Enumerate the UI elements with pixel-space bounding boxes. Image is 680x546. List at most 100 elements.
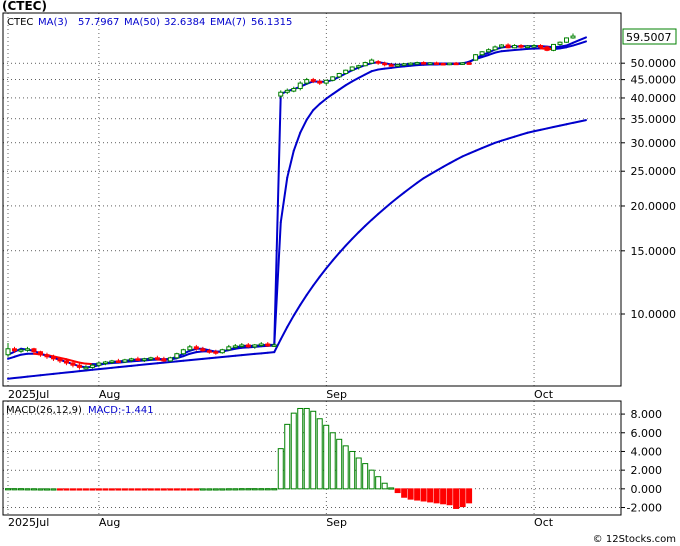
- macd-value: MACD:-1.441: [88, 405, 154, 416]
- macd-bar-negative: [453, 488, 460, 509]
- candle-down: [206, 350, 212, 353]
- macd-bar-positive: [264, 488, 271, 491]
- macd-bar-negative: [193, 488, 200, 491]
- macd-bar-negative: [95, 488, 102, 491]
- macd-bar-negative: [128, 488, 135, 491]
- macd-bar-positive: [238, 488, 245, 491]
- macd-bar-positive: [24, 488, 31, 491]
- macd-bar-positive: [212, 488, 219, 491]
- price-y-tick-label: 35.0000: [631, 113, 677, 126]
- candle-up: [356, 65, 362, 68]
- macd-bar-negative: [186, 488, 193, 491]
- candle-up: [187, 346, 193, 351]
- macd-bar-negative: [440, 488, 447, 505]
- candle-up: [278, 91, 284, 97]
- candle-up: [369, 59, 375, 64]
- price-x-tick-label: Aug: [99, 388, 120, 401]
- macd-bar-positive: [30, 488, 37, 491]
- macd-x-tick-label: Oct: [534, 516, 554, 529]
- candle-down: [70, 362, 76, 366]
- macd-bar-positive: [316, 418, 323, 490]
- macd-bar-negative: [180, 488, 187, 491]
- candle-down: [518, 45, 524, 48]
- macd-bar-negative: [121, 488, 128, 491]
- candle-up: [258, 343, 264, 346]
- candle-down: [466, 62, 472, 65]
- candle-down: [310, 79, 316, 82]
- candle-up: [570, 35, 576, 39]
- legend-ctec: CTEC: [7, 17, 33, 28]
- macd-y-tick-label: 4.000: [631, 445, 663, 458]
- macd-bar-positive: [17, 488, 24, 491]
- legend-ma3-label: MA(3): [38, 17, 68, 28]
- macd-bar-negative: [394, 488, 401, 494]
- candle-down: [538, 45, 544, 48]
- candle-up: [122, 359, 128, 363]
- macd-x-axis: 2025Jul Aug Sep Oct: [8, 516, 554, 529]
- macd-bar-negative: [407, 488, 414, 500]
- macd-bar-positive: [37, 488, 44, 491]
- legend-ma50-label: MA(50): [124, 17, 160, 28]
- macd-y-tick-label: 2.000: [631, 464, 663, 477]
- candle-up: [401, 63, 407, 66]
- macd-bar-negative: [89, 488, 96, 491]
- macd-bar-negative: [108, 488, 115, 491]
- macd-x-tick-label: Aug: [99, 516, 120, 529]
- macd-bar-negative: [154, 488, 161, 491]
- candle-down: [317, 80, 323, 84]
- candle-up: [492, 46, 498, 51]
- candle-up: [362, 62, 368, 67]
- macd-bar-positive: [43, 488, 50, 491]
- macd-bar-positive: [245, 488, 252, 491]
- candle-down: [115, 360, 121, 363]
- candle-up: [252, 344, 258, 348]
- candle-down: [76, 364, 82, 368]
- macd-bar-positive: [225, 488, 232, 491]
- legend-ema7-value: 56.1315: [251, 17, 292, 28]
- candle-up: [174, 353, 180, 359]
- macd-bar-positive: [303, 407, 310, 490]
- candle-up: [525, 45, 531, 49]
- candle-up: [96, 362, 102, 366]
- price-y-tick-label: 45.0000: [631, 74, 677, 87]
- price-y-axis: 10.0000 15.0000 20.0000 25.0000 30.0000 35.00…: [621, 57, 676, 321]
- candle-down: [161, 358, 167, 362]
- candle-up: [102, 361, 108, 364]
- macd-bar-positive: [375, 476, 382, 490]
- macd-x-tick-label: 2025Jul: [8, 516, 49, 529]
- macd-bar-negative: [147, 488, 154, 491]
- macd-bar-positive: [381, 482, 388, 490]
- candle-up: [83, 366, 89, 370]
- macd-bar-negative: [446, 488, 453, 506]
- macd-bar-positive: [349, 450, 356, 490]
- candle-up: [284, 89, 290, 93]
- candle-down: [245, 344, 251, 348]
- candle-up: [148, 357, 154, 360]
- candle-down: [382, 62, 388, 66]
- macd-bar-negative: [69, 488, 76, 491]
- candle-down: [11, 348, 17, 352]
- candle-up: [180, 349, 186, 355]
- candle-up: [531, 45, 537, 48]
- macd-bar-positive: [11, 488, 18, 491]
- macd-bar-negative: [160, 488, 167, 491]
- candle-up: [271, 344, 277, 347]
- candle-up: [499, 44, 505, 48]
- candle-up: [297, 82, 303, 90]
- price-panel-frame: [2, 12, 622, 387]
- candle-down: [50, 356, 56, 360]
- price-y-tick-label: 15.0000: [631, 245, 677, 258]
- candle-up: [551, 43, 557, 51]
- candle-down: [440, 63, 446, 66]
- candle-up: [128, 358, 134, 361]
- macd-bar-positive: [310, 410, 317, 490]
- macd-bar-positive: [219, 488, 226, 491]
- legend-ma50-value: 32.6384: [164, 17, 205, 28]
- macd-bar-positive: [362, 463, 369, 490]
- candle-up: [219, 349, 225, 354]
- macd-y-tick-label: 6.000: [631, 427, 663, 440]
- macd-bar-positive: [355, 457, 362, 490]
- candle-down: [505, 44, 511, 49]
- macd-bar-positive: [258, 488, 265, 491]
- macd-bar-positive: [206, 488, 213, 491]
